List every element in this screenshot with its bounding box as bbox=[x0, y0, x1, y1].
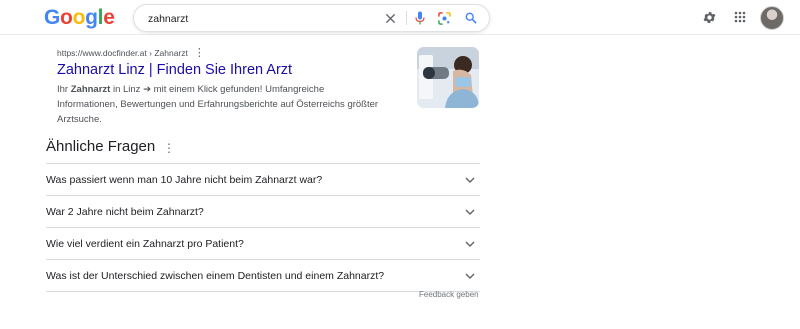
related-questions-title: Ähnliche Fragen bbox=[46, 138, 156, 155]
question-text: Was ist der Unterschied zwischen einem D… bbox=[46, 269, 385, 282]
microphone-icon[interactable] bbox=[412, 5, 428, 31]
close-icon[interactable] bbox=[382, 5, 398, 31]
question-item[interactable]: Was ist der Unterschied zwischen einem D… bbox=[46, 260, 480, 292]
logo-letter: o bbox=[72, 6, 86, 29]
result-thumbnail[interactable] bbox=[417, 47, 479, 108]
result-title-link[interactable]: Zahnarzt Linz | Finden Sie Ihren Arzt bbox=[57, 62, 397, 78]
result-url[interactable]: https://www.docfinder.at › Zahnarzt bbox=[57, 48, 188, 58]
search-box[interactable] bbox=[133, 4, 490, 32]
question-item[interactable]: Wie viel verdient ein Zahnarzt pro Patie… bbox=[46, 228, 480, 260]
avatar[interactable] bbox=[760, 6, 784, 30]
chevron-down-icon bbox=[465, 209, 475, 215]
question-text: War 2 Jahre nicht beim Zahnarzt? bbox=[46, 205, 204, 218]
chevron-down-icon bbox=[465, 241, 475, 247]
chevron-down-icon bbox=[465, 273, 475, 279]
logo-letter: G bbox=[44, 6, 61, 29]
more-options-icon[interactable]: ⋮ bbox=[163, 141, 175, 155]
logo-letter: g bbox=[85, 6, 98, 29]
gear-icon[interactable] bbox=[700, 4, 718, 30]
snippet-highlight: Zahnarzt bbox=[70, 84, 111, 95]
chevron-down-icon bbox=[465, 177, 475, 183]
result-snippet: Ihr Zahnarzt in Linz ➔ mit einem Klick g… bbox=[57, 82, 387, 127]
question-text: Was passiert wenn man 10 Jahre nicht bei… bbox=[46, 173, 323, 186]
apps-grid-icon[interactable] bbox=[731, 4, 749, 30]
question-item[interactable]: War 2 Jahre nicht beim Zahnarzt? bbox=[46, 196, 480, 228]
feedback-link[interactable]: Feedback geben bbox=[419, 290, 479, 299]
logo-letter: e bbox=[103, 6, 115, 29]
result-url-row: https://www.docfinder.at › Zahnarzt ⋮ bbox=[57, 48, 397, 59]
google-logo[interactable]: Google bbox=[44, 6, 115, 30]
search-result: https://www.docfinder.at › Zahnarzt ⋮ Za… bbox=[57, 48, 397, 127]
snippet-text: Ihr bbox=[57, 84, 71, 95]
question-text: Wie viel verdient ein Zahnarzt pro Patie… bbox=[46, 237, 244, 250]
logo-letter: o bbox=[60, 6, 73, 29]
google-lens-icon[interactable] bbox=[436, 5, 452, 31]
more-options-icon[interactable]: ⋮ bbox=[194, 48, 205, 59]
question-item[interactable]: Was passiert wenn man 10 Jahre nicht bei… bbox=[46, 164, 480, 196]
search-input[interactable] bbox=[146, 9, 370, 29]
header: Google bbox=[0, 0, 800, 35]
related-questions-list: Was passiert wenn man 10 Jahre nicht bei… bbox=[46, 163, 480, 292]
divider bbox=[406, 11, 407, 25]
search-icon[interactable] bbox=[462, 5, 480, 31]
